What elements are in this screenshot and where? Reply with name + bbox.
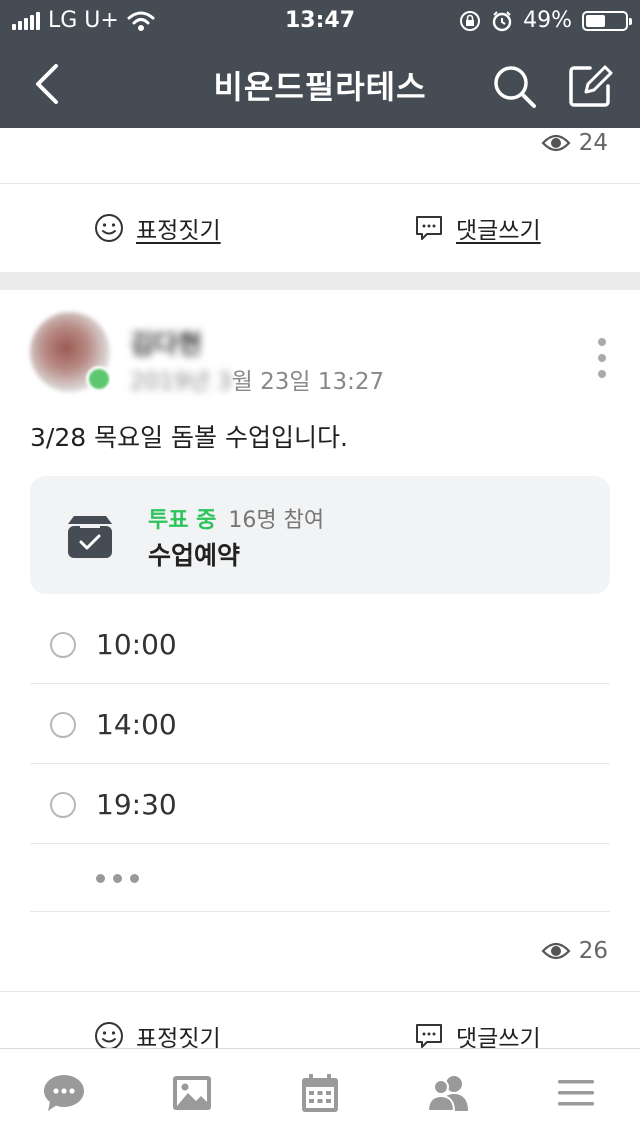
poll-status: 투표 중 16명 참여 <box>148 502 324 534</box>
battery-percent: 49% <box>523 8 572 33</box>
post-separator <box>0 272 640 290</box>
photo-icon[interactable] <box>170 1071 214 1115</box>
battery-icon <box>582 10 632 31</box>
poll-option-label: 19:30 <box>96 788 177 821</box>
smile-icon <box>95 214 123 242</box>
radio-button[interactable] <box>50 712 76 738</box>
page-title: 비욘드필라테스 <box>213 68 427 106</box>
eye-icon <box>541 134 571 152</box>
emote-label: 표정짓기 <box>136 1026 221 1048</box>
app-header: 비욘드필라테스 <box>0 40 640 128</box>
eye-icon <box>541 942 571 960</box>
poll-state: 투표 중 <box>148 508 217 533</box>
view-count-value: 24 <box>578 130 608 156</box>
compose-icon[interactable] <box>566 62 614 110</box>
post-actions: 표정짓기 댓글쓰기 <box>0 184 640 272</box>
poll-title: 수업예약 <box>148 541 241 570</box>
rotation-lock-icon <box>460 10 481 31</box>
comment-button[interactable]: 댓글쓰기 <box>414 184 541 272</box>
view-count: 26 <box>541 938 608 964</box>
post-date-hidden: 2019년 3 <box>130 369 232 395</box>
view-count: 24 <box>541 130 608 156</box>
comment-button[interactable]: 댓글쓰기 <box>414 992 541 1048</box>
post-date: 2019년 3월 23일 13:27 <box>130 362 384 396</box>
poll-option-label: 14:00 <box>96 708 177 741</box>
calendar-icon[interactable] <box>298 1071 342 1115</box>
members-icon[interactable] <box>426 1071 470 1115</box>
online-badge <box>86 366 112 392</box>
author-name[interactable]: 김다현 <box>130 324 202 361</box>
status-bar: LG U+ 13:47 49% <box>0 0 640 40</box>
post-date-visible: 월 23일 13:27 <box>231 369 385 395</box>
post-body: 3/28 목요일 돔볼 수업입니다. <box>30 423 348 452</box>
radio-button[interactable] <box>50 792 76 818</box>
comment-label: 댓글쓰기 <box>456 218 541 244</box>
chat-icon[interactable] <box>42 1071 86 1115</box>
radio-button[interactable] <box>50 632 76 658</box>
alarm-icon <box>492 10 512 31</box>
battery-level <box>586 14 605 27</box>
poll-option[interactable]: 10:00 <box>30 604 610 684</box>
view-count-value: 26 <box>578 938 608 964</box>
post-actions: 표정짓기 댓글쓰기 <box>0 992 640 1048</box>
search-icon[interactable] <box>490 62 538 110</box>
menu-icon[interactable] <box>554 1071 598 1115</box>
feed[interactable]: 24 표정짓기 댓글쓰기 김다현 2019년 3월 23일 13:27 3/28… <box>0 128 640 1048</box>
tab-bar <box>0 1048 640 1136</box>
comment-icon <box>416 216 442 240</box>
ballot-box-icon <box>68 516 112 558</box>
poll-option-label: 10:00 <box>96 628 177 661</box>
more-options-icon[interactable] <box>592 338 612 378</box>
poll-option[interactable]: 19:30 <box>30 764 610 844</box>
smile-icon <box>95 1022 123 1048</box>
emote-button[interactable]: 표정짓기 <box>94 992 221 1048</box>
more-options-row[interactable] <box>30 844 610 912</box>
comment-icon <box>416 1024 442 1048</box>
poll-option[interactable]: 14:00 <box>30 684 610 764</box>
ellipsis-icon <box>96 874 139 883</box>
emote-label: 표정짓기 <box>136 218 221 244</box>
emote-button[interactable]: 표정짓기 <box>94 184 221 272</box>
comment-label: 댓글쓰기 <box>456 1026 541 1048</box>
poll-participants: 16명 참여 <box>228 508 325 533</box>
poll-card[interactable]: 투표 중 16명 참여 수업예약 <box>30 476 610 594</box>
